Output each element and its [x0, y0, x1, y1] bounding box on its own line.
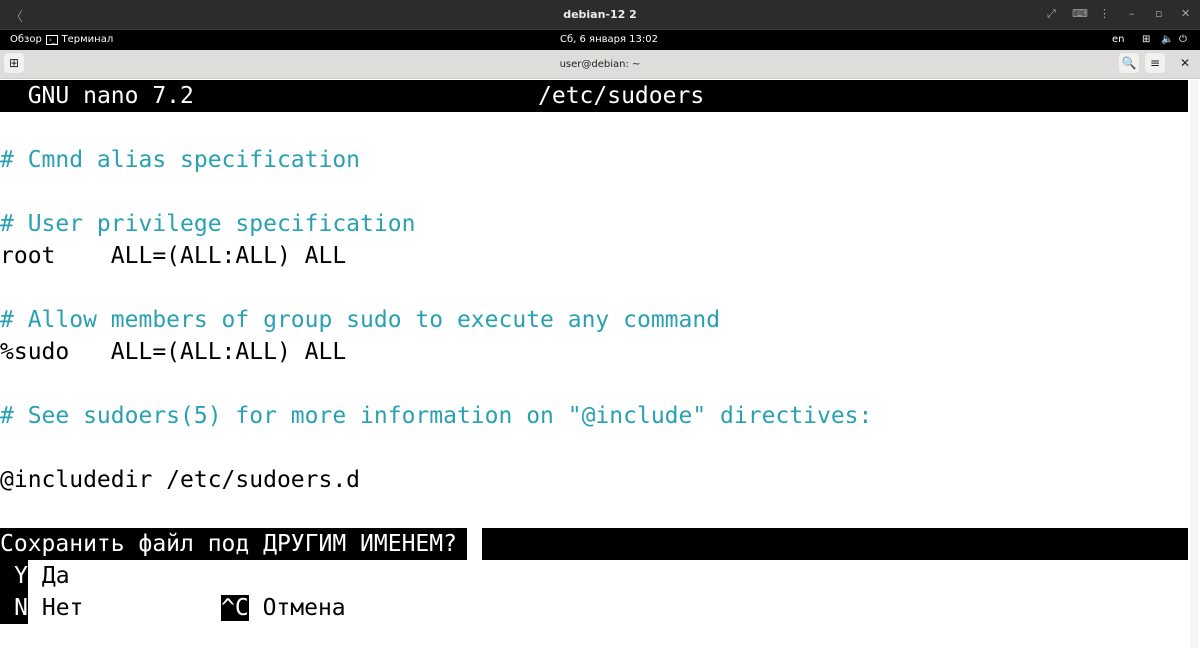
network-icon[interactable]: ⊞ — [1142, 34, 1150, 45]
terminal-icon: ›_ — [46, 35, 59, 45]
nano-version: GNU nano 7.2 — [27, 83, 194, 109]
close-icon[interactable]: ✕ — [1181, 7, 1190, 20]
minimize-icon[interactable]: – — [1129, 7, 1135, 20]
line: %sudo ALL=(ALL:ALL) ALL — [0, 339, 347, 365]
line — [0, 496, 1188, 528]
key-y: Y — [0, 560, 28, 592]
option-cancel[interactable]: ^C Отмена — [221, 592, 346, 624]
volume-icon[interactable]: 🔈 — [1161, 34, 1173, 45]
comment-line: # Allow members of group sudo to execute… — [0, 307, 721, 333]
line: root ALL=(ALL:ALL) ALL — [0, 243, 347, 269]
more-icon[interactable]: ⋮ — [1099, 7, 1110, 20]
terminal-title: user@debian: ~ — [559, 59, 641, 70]
nano-header: GNU nano 7.2/etc/sudoers — [0, 80, 1188, 112]
comment-line: # User privilege specification — [0, 211, 416, 237]
terminal-headerbar: ⊞ user@debian: ~ 🔍 ≡ ✕ — [0, 50, 1200, 79]
prompt-text: Сохранить файл под ДРУГИМ ИМЕНЕМ? — [0, 528, 467, 560]
line — [0, 112, 1188, 144]
clock[interactable]: Сб, 6 января 13:02 — [560, 34, 658, 45]
line: @includedir /etc/sudoers.d — [0, 467, 361, 493]
option-yes[interactable]: Y Да — [0, 560, 1188, 592]
key-ctrl-c: ^C — [221, 595, 249, 621]
search-button[interactable]: 🔍 — [1119, 53, 1139, 73]
line — [0, 368, 1188, 400]
nano-editor[interactable]: GNU nano 7.2/etc/sudoers # Cmnd alias sp… — [0, 80, 1188, 624]
line — [0, 176, 1188, 208]
language-indicator[interactable]: en — [1112, 34, 1125, 45]
gnome-top-bar: Обзор ›_ Терминал Сб, 6 января 13:02 en … — [0, 30, 1200, 50]
fullscreen-icon[interactable]: ⤢ — [1047, 7, 1056, 21]
save-prompt: Сохранить файл под ДРУГИМ ИМЕНЕМ? — [0, 528, 1188, 560]
line — [0, 432, 1188, 464]
app-menu[interactable]: ›_ Терминал — [46, 34, 113, 45]
restore-icon[interactable]: ▫ — [1155, 7, 1162, 20]
option-cancel-label: Отмена — [262, 595, 346, 621]
line — [0, 272, 1188, 304]
app-name: Терминал — [61, 34, 114, 45]
key-n: N — [0, 592, 28, 624]
nano-filename: /etc/sudoers — [538, 83, 705, 109]
comment-line: # See sudoers(5) for more information on… — [0, 403, 873, 429]
menu-button[interactable]: ≡ — [1145, 53, 1165, 73]
activities-button[interactable]: Обзор — [10, 34, 42, 45]
scrollbar[interactable] — [1190, 80, 1198, 648]
keyboard-icon[interactable]: ⌨ — [1072, 7, 1088, 20]
close-window-button[interactable]: ✕ — [1175, 53, 1195, 73]
prompt-input[interactable] — [482, 528, 1188, 560]
option-yes-label: Да — [41, 563, 70, 589]
option-no-label: Нет — [41, 595, 84, 621]
comment-line: # Cmnd alias specification — [0, 147, 361, 173]
power-icon[interactable]: ⏻ — [1179, 34, 1187, 45]
option-no[interactable]: N Нет — [0, 592, 84, 624]
vm-titlebar: 〈 debian-12 2 ⤢ ⌨ ⋮ – ▫ ✕ — [0, 0, 1200, 30]
vm-title: debian-12 2 — [563, 8, 637, 21]
